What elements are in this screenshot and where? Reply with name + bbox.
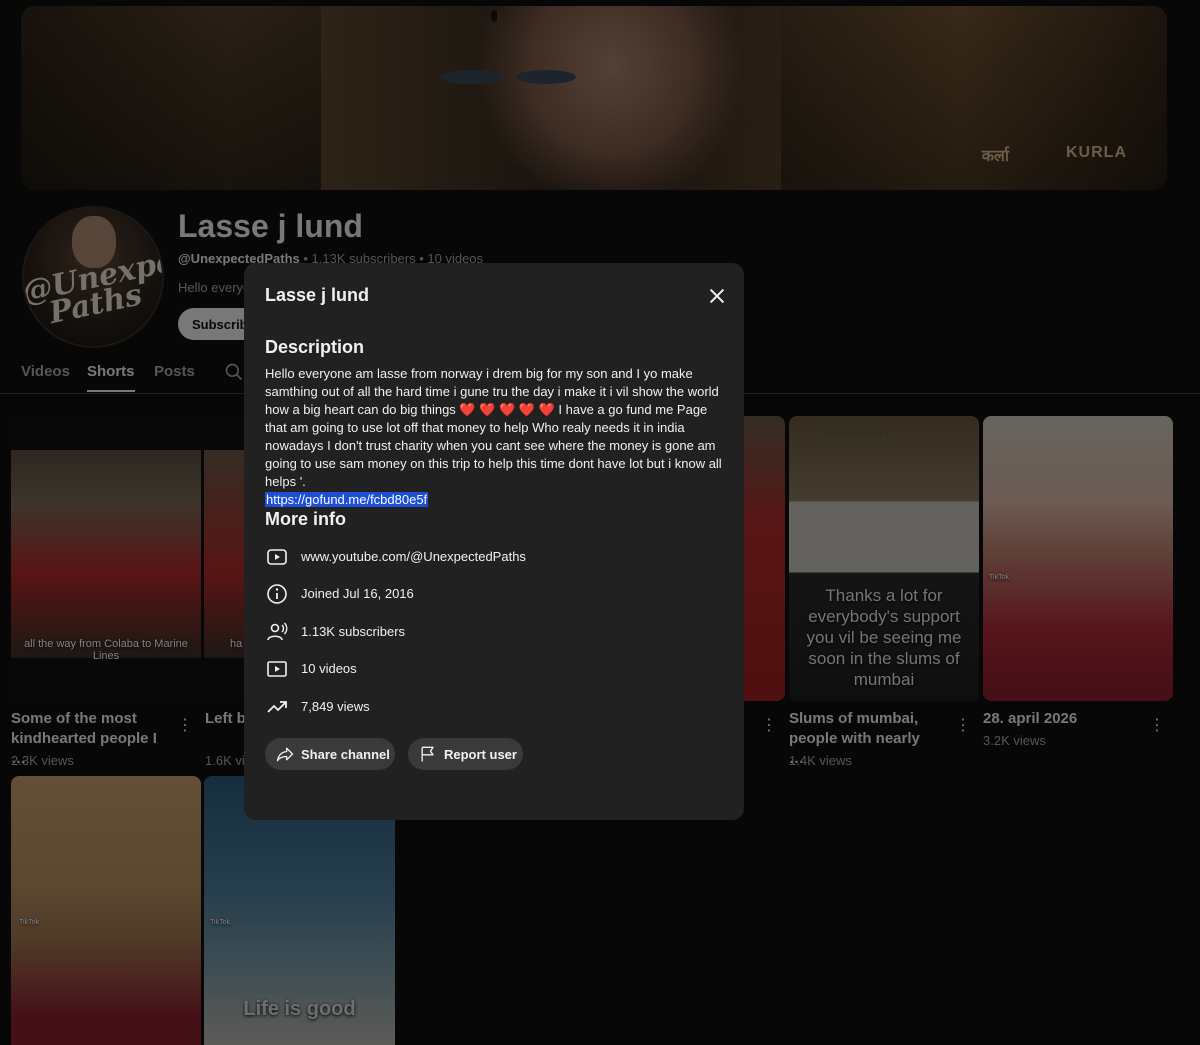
gofundme-link[interactable]: https://gofund.me/fcbd80e5f bbox=[265, 492, 429, 507]
subscriber-count: 1.13K subscribers bbox=[301, 624, 406, 639]
close-icon[interactable] bbox=[706, 285, 728, 307]
info-row-views: 7,849 views bbox=[265, 695, 725, 719]
video-count: 10 videos bbox=[301, 661, 357, 676]
info-icon bbox=[267, 584, 287, 604]
dialog-title: Lasse j lund bbox=[265, 285, 370, 305]
description-heading: Description bbox=[265, 337, 365, 357]
share-icon bbox=[276, 747, 294, 762]
about-dialog: Lasse j lund Description Hello everyone … bbox=[244, 263, 744, 820]
youtube-icon bbox=[267, 549, 287, 565]
info-row-joined: Joined Jul 16, 2016 bbox=[265, 582, 725, 606]
report-user-button[interactable]: Report user bbox=[408, 738, 523, 770]
joined-date: Joined Jul 16, 2016 bbox=[301, 586, 414, 601]
video-icon bbox=[267, 661, 287, 677]
share-channel-button[interactable]: Share channel bbox=[265, 738, 395, 770]
subscribers-icon bbox=[267, 622, 288, 641]
info-row-subscribers: 1.13K subscribers bbox=[265, 620, 725, 644]
flag-icon bbox=[421, 746, 434, 762]
view-count: 7,849 views bbox=[301, 699, 370, 714]
info-row-videos: 10 videos bbox=[265, 657, 725, 681]
description-text: Hello everyone am lasse from norway i dr… bbox=[265, 365, 727, 509]
description-body: Hello everyone am lasse from norway i dr… bbox=[265, 366, 722, 489]
report-user-label: Report user bbox=[444, 747, 517, 762]
info-row-url: www.youtube.com/@UnexpectedPaths bbox=[265, 545, 725, 569]
trending-icon bbox=[267, 701, 287, 713]
share-channel-label: Share channel bbox=[301, 747, 390, 762]
more-info-heading: More info bbox=[265, 509, 346, 529]
channel-url[interactable]: www.youtube.com/@UnexpectedPaths bbox=[301, 549, 526, 564]
